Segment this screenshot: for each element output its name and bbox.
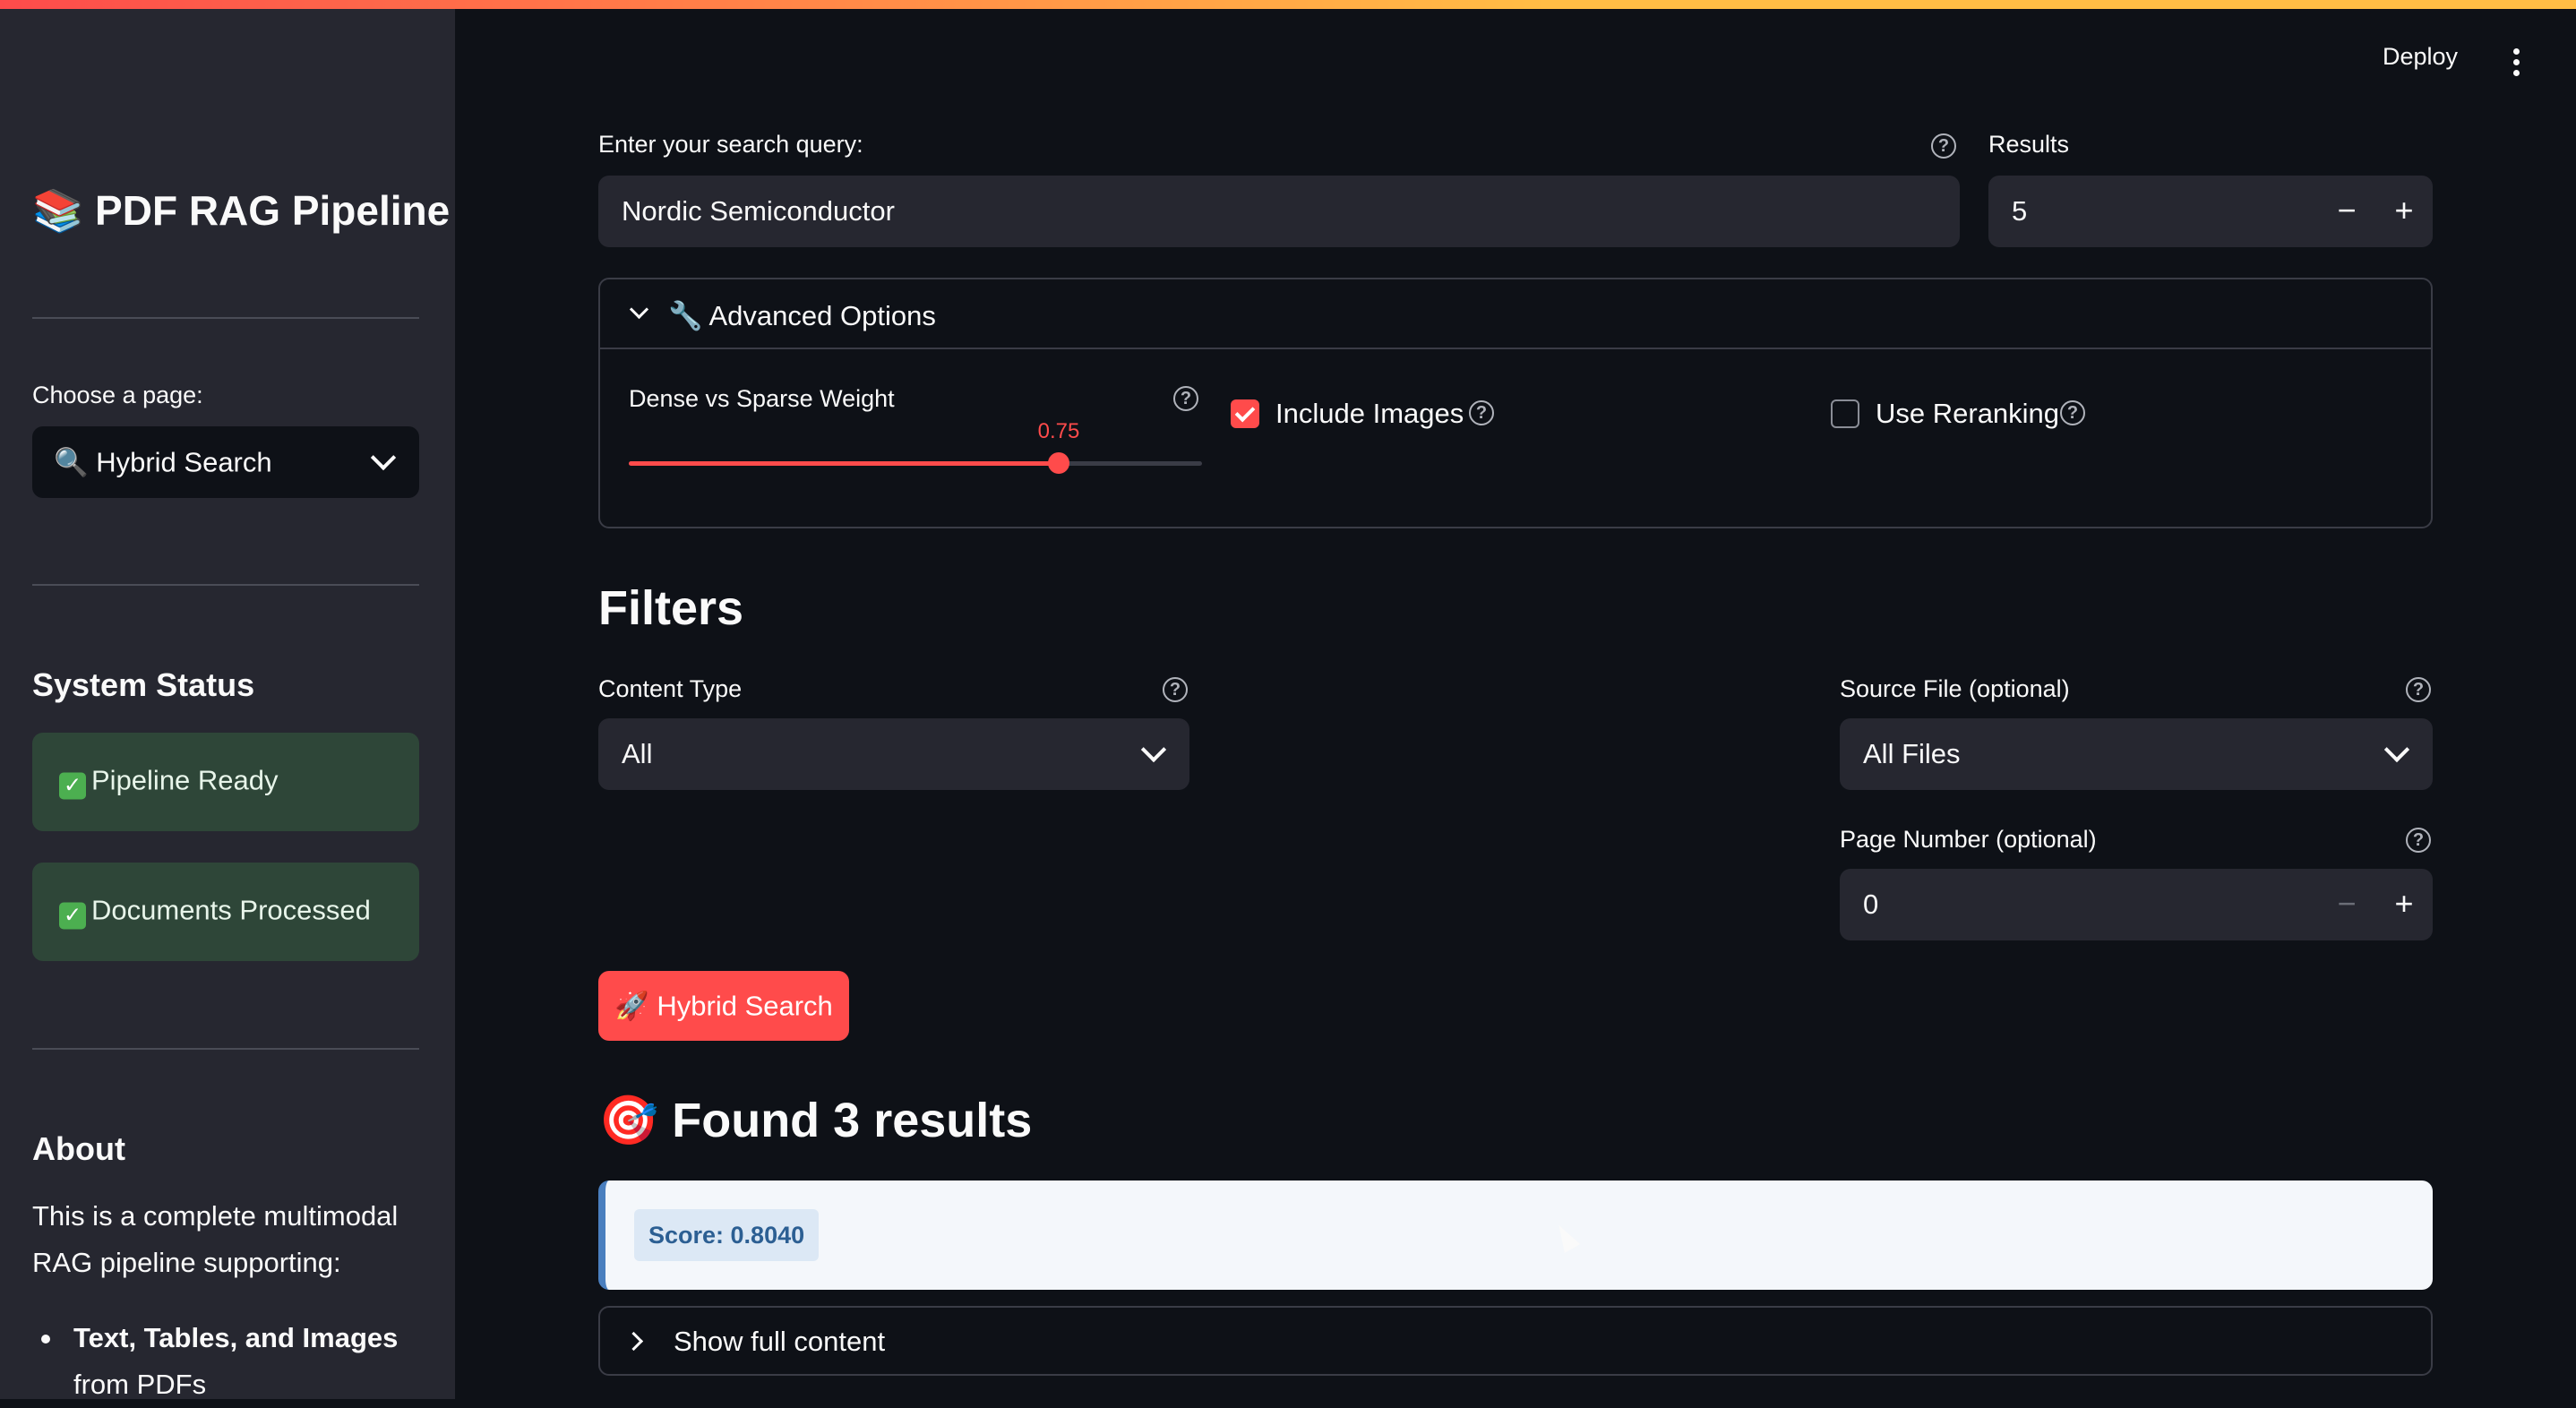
show-full-content-expander[interactable]: Show full content xyxy=(598,1306,2433,1376)
increment-button[interactable]: + xyxy=(2375,176,2433,247)
top-decoration-bar xyxy=(0,0,2576,9)
source-file-label: Source File (optional) xyxy=(1840,675,2070,702)
status-pipeline-ready: ✓ Pipeline Ready xyxy=(32,733,419,831)
help-icon[interactable]: ? xyxy=(2406,677,2431,702)
slider-fill xyxy=(629,461,1059,466)
results-heading: 🎯 Found 3 results xyxy=(598,1094,1033,1147)
results-stepper[interactable]: 5 − + xyxy=(1988,176,2433,247)
advanced-options-header[interactable]: 🔧 Advanced Options xyxy=(600,279,2431,348)
result-card: Score: 0.8040 xyxy=(598,1180,2433,1290)
search-input[interactable]: Nordic Semiconductor xyxy=(598,176,1960,247)
plus-icon: + xyxy=(2394,885,2414,923)
expander-divider xyxy=(600,348,2431,349)
chevron-down-icon xyxy=(370,444,397,471)
help-icon[interactable]: ? xyxy=(2406,828,2431,853)
plus-icon: + xyxy=(2394,192,2414,229)
bullet-bold: Text, Tables, and Images xyxy=(73,1322,399,1353)
advanced-options-title: 🔧 Advanced Options xyxy=(668,300,936,331)
bullet-text: from PDFs xyxy=(73,1369,207,1400)
chevron-right-icon xyxy=(623,1331,644,1352)
kebab-menu-icon[interactable] xyxy=(2513,48,2520,81)
include-images-label: Include Images xyxy=(1275,398,1464,429)
source-file-value: All Files xyxy=(1863,738,1961,769)
about-heading: About xyxy=(32,1130,125,1167)
help-icon[interactable]: ? xyxy=(1173,386,1198,411)
status-label: Documents Processed xyxy=(91,894,371,926)
include-images-checkbox[interactable] xyxy=(1231,399,1259,428)
hybrid-search-label: 🚀 Hybrid Search xyxy=(614,990,833,1022)
content-type-value: All xyxy=(622,738,653,769)
slider-value: 0.75 xyxy=(1037,419,1080,443)
sidebar: 📚 PDF RAG Pipeline Choose a page: 🔍 Hybr… xyxy=(0,9,455,1400)
system-status-heading: System Status xyxy=(32,666,255,703)
show-full-content-label: Show full content xyxy=(674,1326,886,1357)
about-text: This is a complete multimodal RAG pipeli… xyxy=(32,1200,399,1278)
source-file-select[interactable]: All Files xyxy=(1840,718,2433,790)
decrement-button[interactable]: − xyxy=(2318,176,2375,247)
minus-icon: − xyxy=(2337,192,2357,229)
use-reranking-label: Use Reranking xyxy=(1876,398,2060,429)
app-title: 📚 PDF RAG Pipeline xyxy=(32,187,451,234)
chevron-down-icon xyxy=(629,299,649,320)
weight-label: Dense vs Sparse Weight xyxy=(629,385,895,412)
sidebar-divider xyxy=(32,584,419,586)
query-label: Enter your search query: xyxy=(598,131,863,158)
sidebar-divider xyxy=(32,317,419,319)
use-reranking-checkbox[interactable] xyxy=(1831,399,1859,428)
search-input-value: Nordic Semiconductor xyxy=(622,195,895,227)
chevron-down-icon xyxy=(2383,736,2410,763)
help-icon[interactable]: ? xyxy=(2060,400,2085,425)
content-type-select[interactable]: All xyxy=(598,718,1189,790)
help-icon[interactable]: ? xyxy=(1931,133,1956,159)
content-type-label: Content Type xyxy=(598,675,743,702)
help-icon[interactable]: ? xyxy=(1163,677,1188,702)
page-select[interactable]: 🔍 Hybrid Search xyxy=(32,426,419,498)
check-icon: ✓ xyxy=(59,902,86,930)
page-number-stepper[interactable]: 0 − + xyxy=(1840,869,2433,940)
hybrid-search-button[interactable]: 🚀 Hybrid Search xyxy=(598,971,849,1041)
results-value: 5 xyxy=(2012,195,2028,227)
sidebar-divider xyxy=(32,1048,419,1050)
status-documents-processed: ✓ Documents Processed xyxy=(32,863,419,961)
chevron-down-icon xyxy=(1140,736,1167,763)
help-icon[interactable]: ? xyxy=(1469,400,1494,425)
page-number-label: Page Number (optional) xyxy=(1840,826,2097,853)
page-number-value: 0 xyxy=(1863,889,1879,920)
page-select-label: Choose a page: xyxy=(32,382,203,408)
minus-icon: − xyxy=(2337,885,2357,923)
filters-heading: Filters xyxy=(598,581,744,635)
check-icon: ✓ xyxy=(59,772,86,800)
status-label: Pipeline Ready xyxy=(91,764,279,796)
increment-button[interactable]: + xyxy=(2375,869,2433,940)
bullet-dot xyxy=(41,1335,50,1344)
score-badge: Score: 0.8040 xyxy=(634,1209,820,1261)
page-select-value: 🔍 Hybrid Search xyxy=(54,446,272,478)
results-label: Results xyxy=(1988,131,2070,158)
slider-thumb[interactable] xyxy=(1048,452,1069,474)
weight-slider[interactable] xyxy=(629,452,1202,474)
deploy-button[interactable]: Deploy xyxy=(2383,43,2458,71)
decrement-button[interactable]: − xyxy=(2318,869,2375,940)
